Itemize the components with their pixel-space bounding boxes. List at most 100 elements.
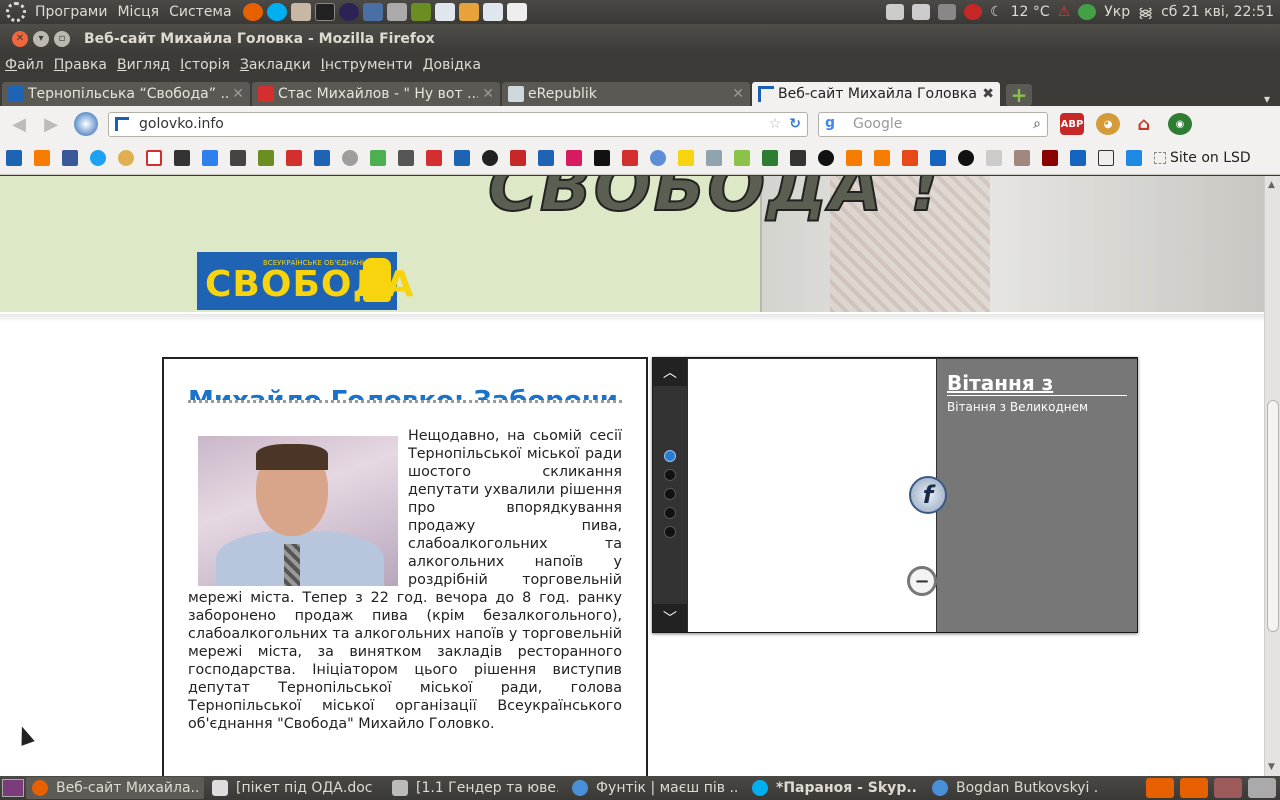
trident-bookmark-icon[interactable] [314, 150, 330, 166]
menu-file[interactable]: Файл [0, 57, 49, 73]
chart-bookmark-icon[interactable] [1126, 150, 1142, 166]
menu-bookmarks[interactable]: Закладки [235, 57, 316, 73]
menu-edit[interactable]: Правка [49, 57, 112, 73]
search-input[interactable]: Google [853, 116, 1033, 132]
bat-bookmark-icon[interactable] [790, 150, 806, 166]
new-tab-button[interactable]: + [1006, 83, 1032, 107]
news-bookmark-icon[interactable] [230, 150, 246, 166]
shield-bookmark-icon[interactable] [6, 150, 22, 166]
menu-places[interactable]: Місця [112, 4, 164, 20]
google-engine-icon[interactable]: g [825, 115, 843, 133]
scroll-up-icon[interactable]: ▲ [1268, 180, 1275, 190]
home-globe-icon[interactable] [74, 112, 98, 136]
collapse-icon[interactable]: − [907, 566, 937, 596]
slider-dot[interactable] [664, 526, 676, 538]
slider-dot[interactable] [664, 488, 676, 500]
monitor-launcher-icon[interactable] [362, 3, 383, 21]
bookmark-star-icon[interactable]: ☆ [769, 116, 782, 132]
show-desktop-button[interactable] [2, 779, 24, 797]
taskbar-skype[interactable]: *Параноя - Skyp... [746, 777, 924, 799]
site-identity-icon[interactable] [115, 117, 129, 131]
svoboda-logo[interactable]: ВСЕУКРАЇНСЬКЕ ОБ'ЄДНАННЯ СВОБОДА [197, 252, 413, 310]
tab-golovko[interactable]: Веб-сайт Михайла Головка ✖ [752, 82, 1000, 106]
twitter-bookmark-icon[interactable] [90, 150, 106, 166]
warning-icon[interactable]: ⚠ [1058, 4, 1071, 20]
blue-star-bookmark-icon[interactable] [930, 150, 946, 166]
ml-bookmark-icon[interactable] [286, 150, 302, 166]
rss-bookmark-icon[interactable] [874, 150, 890, 166]
skype-launcher-icon[interactable] [266, 3, 287, 21]
flash-plugin-icon[interactable]: f [909, 476, 947, 514]
menu-tools[interactable]: Інструменти [316, 57, 418, 73]
menu-history[interactable]: Історія [175, 57, 235, 73]
ubuntu-logo-icon[interactable] [6, 2, 26, 22]
qr-bookmark-icon[interactable] [594, 150, 610, 166]
taskbar-chat-bogdan[interactable]: Bogdan Butkovskyi ... [926, 777, 1104, 799]
forward-button[interactable]: ▶ [38, 111, 64, 137]
tab-erepublik[interactable]: eRepublik ✕ [502, 82, 750, 106]
taskbar-document[interactable]: [пікет під ОДА.doc ... [206, 777, 384, 799]
wheel-bookmark-icon[interactable] [818, 150, 834, 166]
taskbar-firefox[interactable]: Веб-сайт Михайла... [26, 777, 204, 799]
red-square-bookmark-icon[interactable] [1042, 150, 1058, 166]
black-circle-bookmark-icon[interactable] [958, 150, 974, 166]
tools-bookmark-icon[interactable] [174, 150, 190, 166]
printer-icon[interactable] [886, 4, 905, 20]
tab-list-icon[interactable]: ▾ [1264, 92, 1280, 106]
update-check-icon[interactable] [1078, 4, 1097, 20]
minimize-window-button[interactable]: ▾ [33, 30, 49, 47]
slider-dot[interactable] [664, 507, 676, 519]
flame-bookmark-icon[interactable] [902, 150, 918, 166]
smiley-bookmark-icon[interactable] [118, 150, 134, 166]
gmail-bookmark-icon[interactable] [146, 150, 162, 166]
search-bar[interactable]: g Google ⌕ [818, 111, 1048, 137]
adblock-plus-icon[interactable]: ABP [1060, 113, 1084, 135]
youtube-bookmark-icon[interactable] [622, 150, 638, 166]
menu-applications[interactable]: Програми [30, 4, 112, 20]
circle-bookmark-icon[interactable] [482, 150, 498, 166]
close-window-button[interactable]: ✕ [12, 30, 28, 47]
yellow-shield-bookmark-icon[interactable] [678, 150, 694, 166]
blogger-2-bookmark-icon[interactable] [846, 150, 862, 166]
clock[interactable]: сб 21 кві, 22:51 [1161, 4, 1274, 20]
flag-bookmark-icon[interactable] [370, 150, 386, 166]
books-launcher-icon[interactable] [410, 3, 431, 21]
article-headline[interactable]: Михайло Головко: Заборони [188, 381, 622, 403]
firefox-workspace-icon[interactable] [1146, 778, 1174, 798]
star-bookmark-icon[interactable] [734, 150, 750, 166]
hand-bookmark-icon[interactable] [986, 150, 1002, 166]
draw-launcher-icon[interactable] [482, 3, 503, 21]
back-button[interactable]: ◀ [6, 111, 32, 137]
keyboard-layout[interactable]: Укр [1104, 4, 1130, 20]
lf-bookmark-icon[interactable] [202, 150, 218, 166]
search-icon[interactable]: ⌕ [1033, 116, 1041, 132]
close-tab-icon[interactable]: ✕ [732, 86, 744, 102]
downloader-launcher-icon[interactable] [290, 3, 311, 21]
portrait-bookmark-icon[interactable] [1014, 150, 1030, 166]
writer-launcher-icon[interactable] [434, 3, 455, 21]
maximize-window-button[interactable]: ▫ [54, 30, 70, 47]
bird-bookmark-icon[interactable] [762, 150, 778, 166]
gmail-m-bookmark-icon[interactable] [1070, 150, 1086, 166]
app-workspace-icon[interactable] [1214, 778, 1242, 798]
firefox-workspace-2-icon[interactable] [1180, 778, 1208, 798]
taskbar-chat-funtik[interactable]: Фунтік | маєш пів ... [566, 777, 744, 799]
scrollbar-thumb[interactable] [1267, 400, 1279, 632]
eclipse-launcher-icon[interactable] [338, 3, 359, 21]
url-bar[interactable]: golovko.info ☆ ↻ [108, 111, 808, 137]
menu-help[interactable]: Довідка [418, 57, 486, 73]
reload-icon[interactable]: ↻ [789, 116, 801, 132]
page-scrollbar[interactable]: ▲ ▼ [1264, 176, 1280, 776]
trash-icon[interactable] [1248, 778, 1276, 798]
h2-bookmark-icon[interactable] [706, 150, 722, 166]
nb-bookmark-icon[interactable] [1098, 150, 1114, 166]
pattern-bookmark-icon[interactable] [510, 150, 526, 166]
close-tab-icon[interactable]: ✖ [982, 86, 994, 102]
menu-view[interactable]: Вигляд [112, 57, 175, 73]
tab-svoboda-ternopil[interactable]: Тернопільська “Свобода” ... ✕ [2, 82, 250, 106]
slider-up-button[interactable]: ︿ [653, 358, 687, 386]
he-bookmark-icon[interactable] [566, 150, 582, 166]
swirl-bookmark-icon[interactable] [650, 150, 666, 166]
slider-dot[interactable] [664, 469, 676, 481]
firefox-launcher-icon[interactable] [242, 3, 263, 21]
